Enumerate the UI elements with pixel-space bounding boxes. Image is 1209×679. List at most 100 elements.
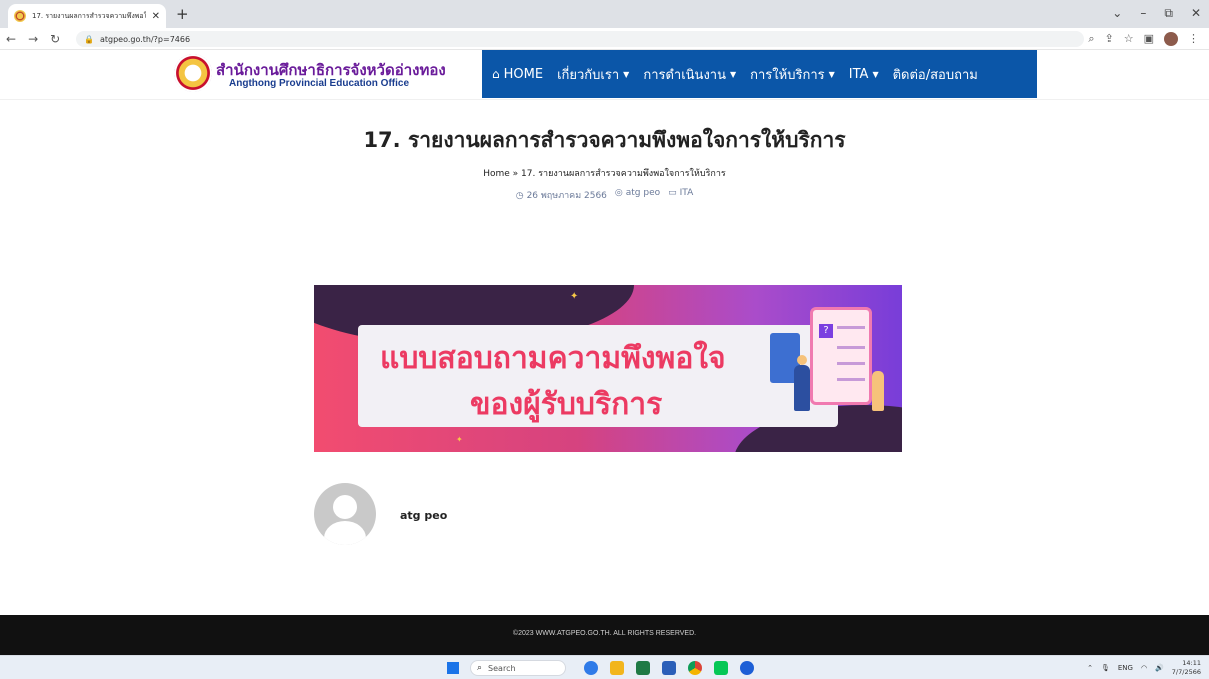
- nav-ita[interactable]: ITA ▼: [849, 67, 879, 82]
- search-icon: ⌕: [477, 663, 483, 673]
- post-date-text: 26 พฤษภาคม 2566: [526, 191, 607, 201]
- taskbar-clock[interactable]: 14:11 7/7/2566: [1172, 659, 1201, 677]
- post-date: ◷ 26 พฤษภาคม 2566: [516, 188, 607, 202]
- dictionary-app-icon[interactable]: [584, 661, 598, 675]
- user-icon: ◎: [614, 188, 623, 198]
- caret-down-icon: ▼: [729, 69, 737, 79]
- chrome-icon[interactable]: [688, 661, 702, 675]
- language-indicator[interactable]: ENG: [1118, 664, 1133, 672]
- wifi-icon[interactable]: ◠: [1141, 664, 1147, 672]
- url-text[interactable]: atgpeo.go.th/?p=7466: [100, 35, 190, 44]
- clock-icon: ◷: [515, 191, 524, 201]
- person-head: [797, 355, 807, 365]
- toolbar-actions: ⌕ ⇪ ☆ ▣ ⋮: [1088, 31, 1199, 47]
- windows-taskbar: ⌕ Search ⌃ 🎙 ENG ◠ 🔊 14:11 7/7/2566: [0, 655, 1209, 679]
- post-meta: ◷ 26 พฤษภาคม 2566 ◎ atg peo ▭ ITA: [0, 188, 1209, 202]
- office-seal-logo[interactable]: [174, 54, 212, 92]
- nav-about-label: เกี่ยวกับเรา: [557, 67, 620, 83]
- site-header: สำนักงานศึกษาธิการจังหวัดอ่างทอง Angthon…: [0, 50, 1209, 100]
- nav-home-label: HOME: [503, 66, 544, 82]
- avatar-head: [333, 495, 357, 519]
- lock-icon[interactable]: 🔒: [84, 35, 94, 44]
- browser-toolbar: ← → ↻ 🔒 atgpeo.go.th/?p=7466 ⌕ ⇪ ☆ ▣ ⋮: [0, 28, 1209, 50]
- window-controls: ⌄ – ⧉ ✕: [1112, 6, 1201, 21]
- star-icon: ✦: [456, 435, 463, 444]
- minimize-button[interactable]: –: [1140, 6, 1146, 21]
- star-icon: ✦: [570, 291, 579, 302]
- nav-about[interactable]: เกี่ยวกับเรา ▼: [557, 64, 629, 85]
- clipboard-line: [837, 362, 865, 365]
- system-tray: ⌃ 🎙 ENG ◠ 🔊 14:11 7/7/2566: [1087, 659, 1201, 677]
- browser-tab[interactable]: 17. รายงานผลการสำรวจความพึงพอใจ ✕: [8, 4, 166, 28]
- site-logo-english[interactable]: Angthong Provincial Education Office: [229, 78, 409, 89]
- close-window-button[interactable]: ✕: [1191, 6, 1201, 21]
- close-tab-icon[interactable]: ✕: [152, 11, 160, 22]
- site-favicon-icon: [14, 10, 26, 22]
- caret-down-icon: ▼: [828, 69, 835, 79]
- author-box-name: atg peo: [400, 509, 448, 522]
- browser-tab-bar: 17. รายงานผลการสำรวจความพึงพอใจ ✕ + ⌄ – …: [0, 0, 1209, 28]
- word-icon[interactable]: [662, 661, 676, 675]
- taskbar-search-placeholder[interactable]: Search: [488, 664, 515, 673]
- reload-icon[interactable]: ↻: [50, 31, 60, 47]
- side-panel-icon[interactable]: ▣: [1144, 31, 1154, 47]
- menu-kebab-icon[interactable]: ⋮: [1188, 31, 1199, 47]
- person-illustration: [794, 355, 810, 411]
- folder-icon: ▭: [668, 188, 677, 198]
- restore-button[interactable]: ⧉: [1164, 6, 1173, 21]
- clock-time: 14:11: [1182, 659, 1201, 667]
- bookmark-star-icon[interactable]: ☆: [1124, 31, 1134, 47]
- post-author-text[interactable]: atg peo: [626, 188, 660, 198]
- file-explorer-icon[interactable]: [610, 661, 624, 675]
- share-icon[interactable]: ⇪: [1105, 31, 1114, 47]
- nav-operations[interactable]: การดำเนินงาน ▼: [643, 64, 736, 85]
- page-title: 17. รายงานผลการสำรวจความพึงพอใจการให้บริ…: [363, 128, 846, 152]
- caret-down-icon: ▼: [872, 69, 879, 79]
- taskbar-apps: [584, 661, 754, 675]
- speaker-icon[interactable]: 🔊: [1155, 664, 1164, 672]
- excel-icon[interactable]: [636, 661, 650, 675]
- person-illustration: [872, 371, 884, 411]
- post-author[interactable]: ◎ atg peo: [615, 188, 660, 202]
- forward-arrow-icon[interactable]: →: [28, 31, 38, 47]
- nav-home[interactable]: ⌂ HOME: [492, 67, 543, 82]
- clock-date: 7/7/2566: [1171, 668, 1201, 676]
- chevron-up-icon[interactable]: ⌃: [1087, 664, 1093, 672]
- address-bar[interactable]: 🔒 atgpeo.go.th/?p=7466: [76, 31, 1084, 47]
- zoom-app-icon[interactable]: [740, 661, 754, 675]
- nav-operations-label: การดำเนินงาน: [643, 67, 726, 83]
- back-arrow-icon[interactable]: ←: [6, 31, 16, 47]
- nav-contact-label: ติดต่อ/สอบถาม: [892, 67, 978, 83]
- navigation-buttons: ← → ↻: [6, 31, 60, 47]
- home-icon: ⌂: [492, 67, 500, 81]
- site-footer: ©2023 WWW.ATGPEO.GO.TH. ALL RIGHTS RESER…: [0, 615, 1209, 655]
- banner-heading-line1: แบบสอบถามความพึงพอใจ: [380, 341, 726, 376]
- nav-ita-label: ITA: [848, 66, 869, 82]
- clipboard-illustration: ?: [810, 307, 872, 405]
- line-app-icon[interactable]: [714, 661, 728, 675]
- microphone-icon[interactable]: 🎙: [1101, 664, 1110, 672]
- clipboard-line: [837, 346, 865, 349]
- breadcrumb[interactable]: Home » 17. รายงานผลการสำรวจความพึงพอใจกา…: [0, 166, 1209, 180]
- banner-heading-line2: ของผู้รับบริการ: [470, 387, 663, 422]
- clipboard-line: [837, 378, 865, 381]
- profile-avatar-icon[interactable]: [1164, 32, 1178, 46]
- avatar-body: [324, 521, 366, 545]
- question-mark-icon: ?: [819, 324, 833, 338]
- survey-banner-image: ✦ ✦ แบบสอบถามความพึงพอใจ ของผู้รับบริการ…: [314, 285, 902, 452]
- nav-contact[interactable]: ติดต่อ/สอบถาม: [893, 64, 978, 85]
- clipboard-line: [837, 326, 865, 329]
- footer-copyright: ©2023 WWW.ATGPEO.GO.TH. ALL RIGHTS RESER…: [512, 630, 697, 637]
- post-category-text[interactable]: ITA: [680, 188, 694, 198]
- taskbar-search[interactable]: ⌕ Search: [470, 660, 566, 676]
- tab-search-icon[interactable]: ⌄: [1112, 6, 1122, 21]
- zoom-icon[interactable]: ⌕: [1088, 31, 1094, 47]
- post-category[interactable]: ▭ ITA: [668, 188, 693, 202]
- new-tab-button[interactable]: +: [176, 6, 189, 22]
- tab-title: 17. รายงานผลการสำรวจความพึงพอใจ: [32, 11, 146, 20]
- nav-services[interactable]: การให้บริการ ▼: [750, 64, 835, 85]
- author-avatar: [314, 483, 376, 545]
- windows-start-icon[interactable]: [447, 662, 459, 674]
- main-navigation: ⌂ HOME เกี่ยวกับเรา ▼ การดำเนินงาน ▼ การ…: [482, 50, 1037, 98]
- caret-down-icon: ▼: [623, 69, 630, 79]
